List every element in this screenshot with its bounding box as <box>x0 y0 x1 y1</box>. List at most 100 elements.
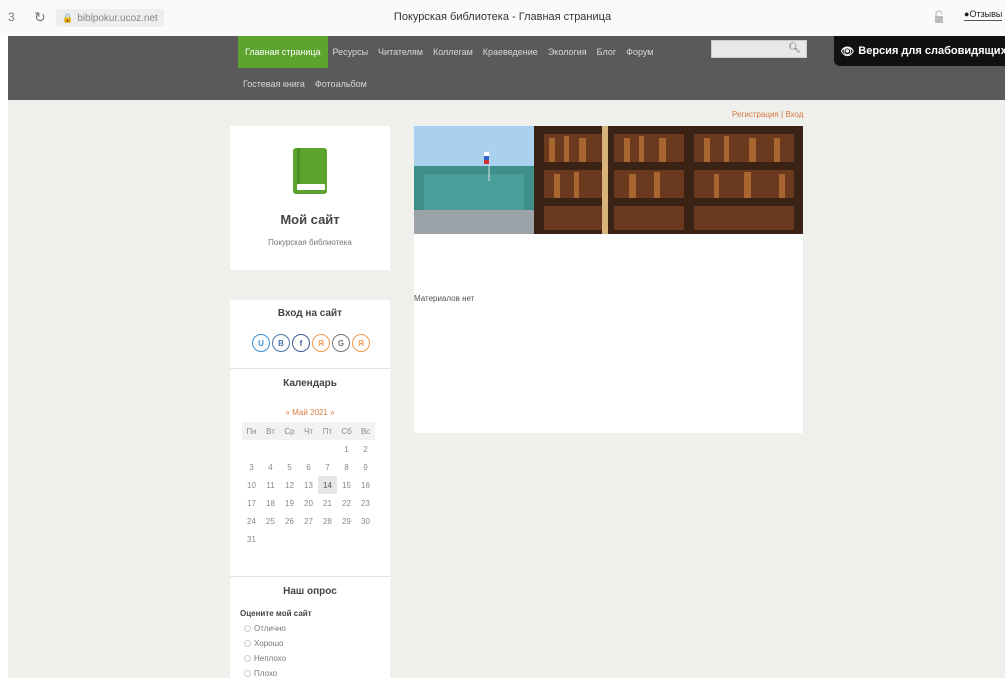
nav-item[interactable]: Читателям <box>373 36 428 68</box>
calendar-day <box>356 530 375 548</box>
nav-item[interactable]: Экология <box>543 36 592 68</box>
poll-option-label: Отлично <box>254 624 286 633</box>
calendar-day[interactable]: 3 <box>242 458 261 476</box>
radio-button[interactable] <box>244 625 251 632</box>
calendar-day[interactable]: 12 <box>280 476 299 494</box>
poll-option[interactable]: Неплохо <box>244 654 286 663</box>
feedback-link[interactable]: ●Отзывы <box>964 9 1003 21</box>
calendar-day[interactable]: 23 <box>356 494 375 512</box>
calendar-day[interactable]: 19 <box>280 494 299 512</box>
calendar-day[interactable]: 17 <box>242 494 261 512</box>
calendar-day[interactable]: 9 <box>356 458 375 476</box>
nav-item[interactable]: Гостевая книга <box>238 68 310 100</box>
social-login-icon[interactable]: G <box>332 334 350 352</box>
poll-option[interactable]: Плохо <box>244 669 277 678</box>
social-login-icon[interactable]: Я <box>352 334 370 352</box>
poll-option[interactable]: Отлично <box>244 624 286 633</box>
social-login-icon[interactable]: B <box>272 334 290 352</box>
social-login-row: UBfЯGЯ <box>252 334 370 352</box>
nav-item[interactable]: Ресурсы <box>328 36 374 68</box>
calendar-day <box>299 530 318 548</box>
browser-bar: 3 ↻ 🔒 biblpokur.ucoz.net Покурская библи… <box>0 0 1005 36</box>
calendar-weekday: Чт <box>299 422 318 440</box>
site-logo-card: Мой сайт Покурская библиотека <box>230 126 390 270</box>
radio-button[interactable] <box>244 670 251 677</box>
calendar-month-link[interactable]: Май 2021 <box>292 408 328 417</box>
radio-button[interactable] <box>244 640 251 647</box>
calendar-month-nav: « Май 2021 » <box>230 408 390 417</box>
calendar-day[interactable]: 26 <box>280 512 299 530</box>
calendar-day[interactable]: 11 <box>261 476 280 494</box>
sidebar: Вход на сайт UBfЯGЯ Календарь « Май 2021… <box>230 300 390 678</box>
login-link[interactable]: Вход <box>785 110 803 119</box>
calendar-day[interactable]: 8 <box>337 458 356 476</box>
auth-links: Регистрация | Вход <box>732 110 803 119</box>
eye-icon: 👁 <box>840 45 855 58</box>
calendar-day[interactable]: 5 <box>280 458 299 476</box>
calendar-day <box>299 440 318 458</box>
calendar-day[interactable]: 7 <box>318 458 337 476</box>
calendar-day[interactable]: 20 <box>299 494 318 512</box>
calendar-day <box>318 530 337 548</box>
low-vision-button[interactable]: 👁 Версия для слабовидящих <box>834 36 1005 66</box>
nav-item[interactable]: Главная страница <box>238 36 328 68</box>
calendar-next-link[interactable]: » <box>330 408 334 417</box>
calendar-day[interactable]: 30 <box>356 512 375 530</box>
calendar-day[interactable]: 18 <box>261 494 280 512</box>
book-icon[interactable] <box>293 148 327 194</box>
site-title[interactable]: Мой сайт <box>230 212 390 227</box>
calendar-week: 17 18 19 20 21 22 23 <box>242 494 375 512</box>
calendar-weekday: Вс <box>356 422 375 440</box>
calendar-day[interactable]: 14 <box>318 476 337 494</box>
poll-option-label: Плохо <box>254 669 278 678</box>
nav-item[interactable]: Коллегам <box>428 36 478 68</box>
calendar-day[interactable]: 21 <box>318 494 337 512</box>
calendar-week: 24 25 26 27 28 29 30 <box>242 512 375 530</box>
calendar-day[interactable]: 27 <box>299 512 318 530</box>
calendar-day[interactable]: 13 <box>299 476 318 494</box>
calendar-day[interactable]: 1 <box>337 440 356 458</box>
social-login-icon[interactable]: U <box>252 334 270 352</box>
extension-icon[interactable] <box>932 10 946 24</box>
calendar-table: Пн Вт Ср Чт Пт Сб Вс 1 2 3 4 5 6 7 8 9 10 11 12 13 14 15 16 17… <box>242 422 375 548</box>
calendar-prev-link[interactable]: « <box>285 408 289 417</box>
calendar-day[interactable]: 22 <box>337 494 356 512</box>
divider <box>230 368 390 369</box>
nav-item[interactable]: Блог <box>592 36 621 68</box>
calendar-weekday: Ср <box>280 422 299 440</box>
calendar-day <box>261 530 280 548</box>
social-login-icon[interactable]: f <box>292 334 310 352</box>
social-login-icon[interactable]: Я <box>312 334 330 352</box>
calendar-day[interactable]: 15 <box>337 476 356 494</box>
calendar-week: 3456789 <box>242 458 375 476</box>
site-header: Главная страница Ресурсы Читателям Коллегам… <box>8 36 1005 100</box>
poll-title: Наш опрос <box>283 586 337 597</box>
search-input[interactable] <box>712 43 790 59</box>
register-link[interactable]: Регистрация <box>732 110 779 119</box>
calendar-week: 10 11 12 13 14 15 16 <box>242 476 375 494</box>
calendar-day[interactable]: 24 <box>242 512 261 530</box>
calendar-day[interactable]: 4 <box>261 458 280 476</box>
nav-item[interactable]: Краеведение <box>478 36 543 68</box>
calendar-day <box>280 440 299 458</box>
calendar-day[interactable]: 6 <box>299 458 318 476</box>
calendar-title: Календарь <box>283 378 337 389</box>
calendar-weekday: Вт <box>261 422 280 440</box>
calendar-day[interactable]: 29 <box>337 512 356 530</box>
search-icon[interactable]: 🔍︎ <box>788 43 801 54</box>
calendar-day[interactable]: 25 <box>261 512 280 530</box>
library-banner-image <box>414 126 803 234</box>
calendar-day[interactable]: 28 <box>318 512 337 530</box>
nav-item[interactable]: Фотоальбом <box>310 68 372 100</box>
page-title: Покурская библиотека - Главная страница <box>393 11 612 23</box>
calendar-day[interactable]: 2 <box>356 440 375 458</box>
calendar-weekday: Сб <box>337 422 356 440</box>
calendar-day[interactable]: 16 <box>356 476 375 494</box>
calendar-day[interactable]: 10 <box>242 476 261 494</box>
calendar-day[interactable]: 31 <box>242 530 261 548</box>
nav-row-secondary: Гостевая книга Фотоальбом <box>238 68 818 100</box>
radio-button[interactable] <box>244 655 251 662</box>
search-box: 🔍︎ <box>711 40 807 59</box>
nav-item[interactable]: Форум <box>621 36 658 68</box>
poll-option[interactable]: Хорошо <box>244 639 283 648</box>
